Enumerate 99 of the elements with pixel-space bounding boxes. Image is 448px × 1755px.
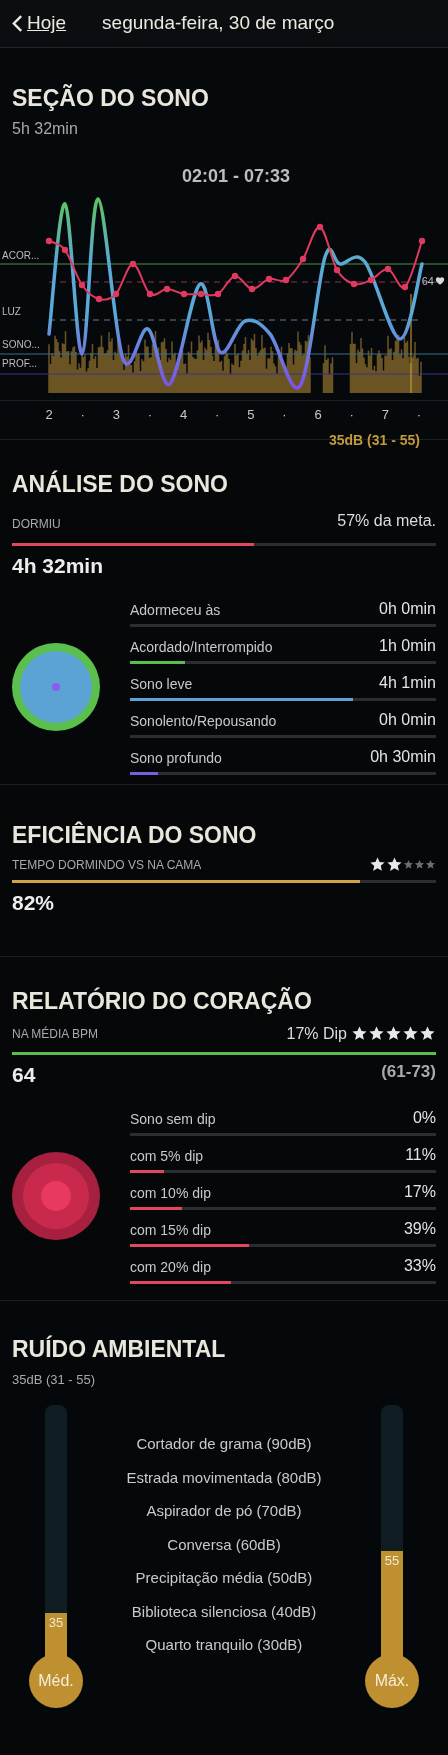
efficiency-value: 82% (12, 889, 56, 916)
axis-label: · (146, 405, 154, 424)
heart-rate-point (180, 290, 188, 297)
heart-rate-point (163, 285, 171, 292)
row-label: com 5% dip (130, 1147, 204, 1166)
axis-label: 3 (111, 405, 121, 424)
row-value: 39% (403, 1219, 436, 1240)
axis-label: 5 (246, 405, 256, 424)
row-label: Acordado/Interrompido (130, 638, 273, 657)
heart-rate-point (384, 265, 392, 272)
noise-reference: Conversa (60dB) (167, 1534, 281, 1555)
star-icon (419, 1025, 436, 1043)
heart-rate-point (299, 255, 307, 262)
row-value: 11% (405, 1145, 436, 1166)
row-label: Sono profundo (130, 749, 222, 768)
heart-rate-value: 64 (12, 1061, 36, 1088)
noise-reference: Precipitação média (50dB) (135, 1568, 313, 1589)
row-value: 0h 30min (370, 747, 436, 768)
heart-rate-point (95, 295, 103, 302)
gauge-label: Máx. (374, 1671, 410, 1692)
star-outline-icon (414, 859, 425, 871)
heart-rate-point (129, 260, 137, 267)
axis-label: · (213, 405, 221, 424)
star-icon (369, 856, 386, 874)
star-icon (402, 1025, 419, 1043)
heart-rate-point (61, 246, 69, 253)
row-label: Sonolento/Repousando (130, 712, 277, 731)
row-label: Sono sem dip (130, 1110, 216, 1129)
axis-label: · (415, 405, 423, 424)
heart-rate-point (197, 290, 205, 297)
heart-rate-point (45, 237, 53, 244)
section-title: RUÍDO AMBIENTAL (12, 1335, 227, 1364)
heart-rate-point (333, 266, 341, 273)
row-value: 0h 0min (379, 599, 436, 620)
heart-rate-point (112, 290, 120, 297)
axis-label: · (79, 405, 86, 424)
row-value: 1h 0min (379, 636, 436, 657)
heart-rate-point (78, 281, 86, 288)
row-label: com 20% dip (130, 1258, 211, 1277)
row-value: 0% (412, 1108, 436, 1129)
star-outline-icon (425, 859, 436, 871)
section-title: ANÁLISE DO SONO (12, 470, 229, 499)
axis-label: 6 (313, 405, 323, 424)
star-outline-icon (403, 859, 414, 871)
heart-rate-point (146, 290, 154, 297)
row-value: 33% (403, 1256, 436, 1277)
star-icon (351, 1025, 368, 1043)
metric-label: DORMIU (12, 515, 61, 533)
noise-reference: Quarto tranquilo (30dB) (145, 1635, 303, 1656)
star-icon (385, 1025, 402, 1043)
gauge-reading: 55 (384, 1551, 400, 1570)
heart-rate-point (231, 272, 239, 279)
row-value: 0h 0min (379, 710, 436, 731)
gauge-label: Méd. (38, 1671, 74, 1692)
section-title: EFICIÊNCIA DO SONO (12, 821, 258, 850)
heart-rate-value: 64 (421, 273, 434, 289)
noise-reference: Cortador de grama (90dB) (136, 1434, 312, 1455)
axis-label: 4 (178, 405, 189, 424)
row-label: com 10% dip (130, 1184, 211, 1203)
star-icon (368, 1025, 385, 1043)
heart-rate-point (350, 280, 358, 287)
heart-rate-point (418, 237, 426, 244)
noise-summary: 35dB (31 - 55) (327, 431, 421, 451)
row-value: 4h 1min (379, 673, 436, 694)
axis-label: · (348, 405, 355, 424)
row-value: 17% (403, 1182, 436, 1203)
back-button[interactable]: Hoje (12, 9, 67, 38)
heart-icon (435, 276, 445, 286)
row-label: com 15% dip (130, 1221, 211, 1240)
goal-text: 57% da meta. (337, 510, 436, 531)
heart-rate-point (316, 223, 324, 230)
heart-rate-point (248, 285, 256, 292)
star-icon (386, 856, 403, 874)
axis-label: 2 (44, 405, 54, 424)
section-title: RELATÓRIO DO CORAÇÃO (12, 987, 313, 1016)
gauge-reading: 35 (48, 1614, 64, 1633)
noise-summary: 35dB (31 - 55) (12, 1370, 97, 1389)
row-label: Sono leve (130, 675, 193, 694)
noise-reference: Estrada movimentada (80dB) (126, 1467, 322, 1488)
heart-rate-point (367, 276, 375, 283)
axis-label: 7 (380, 405, 390, 424)
metric-label: NA MÉDIA BPM (12, 1025, 99, 1043)
noise-reference: Aspirador de pó (70dB) (146, 1501, 302, 1522)
noise-reference: Biblioteca silenciosa (40dB) (131, 1601, 317, 1622)
duration-text: 5h 32min (12, 118, 79, 139)
heart-rate-point (282, 276, 290, 283)
heart-rate-point (401, 283, 409, 290)
page-title: segunda-feira, 30 de março (102, 11, 335, 36)
time-range: 02:01 - 07:33 (180, 164, 292, 188)
slept-value: 4h 32min (12, 552, 105, 579)
row-label: Adormeceu às (130, 601, 221, 620)
axis-label: · (281, 405, 288, 424)
metric-label: TEMPO DORMINDO VS NA CAMA (12, 856, 202, 874)
section-title: SEÇÃO DO SONO (12, 84, 210, 113)
heart-range: (61-73) (381, 1060, 436, 1083)
heart-rate-point (265, 275, 273, 282)
heart-rate-point (214, 290, 222, 297)
dip-text: 17% Dip (286, 1023, 347, 1044)
chevron-left-icon (12, 14, 23, 33)
